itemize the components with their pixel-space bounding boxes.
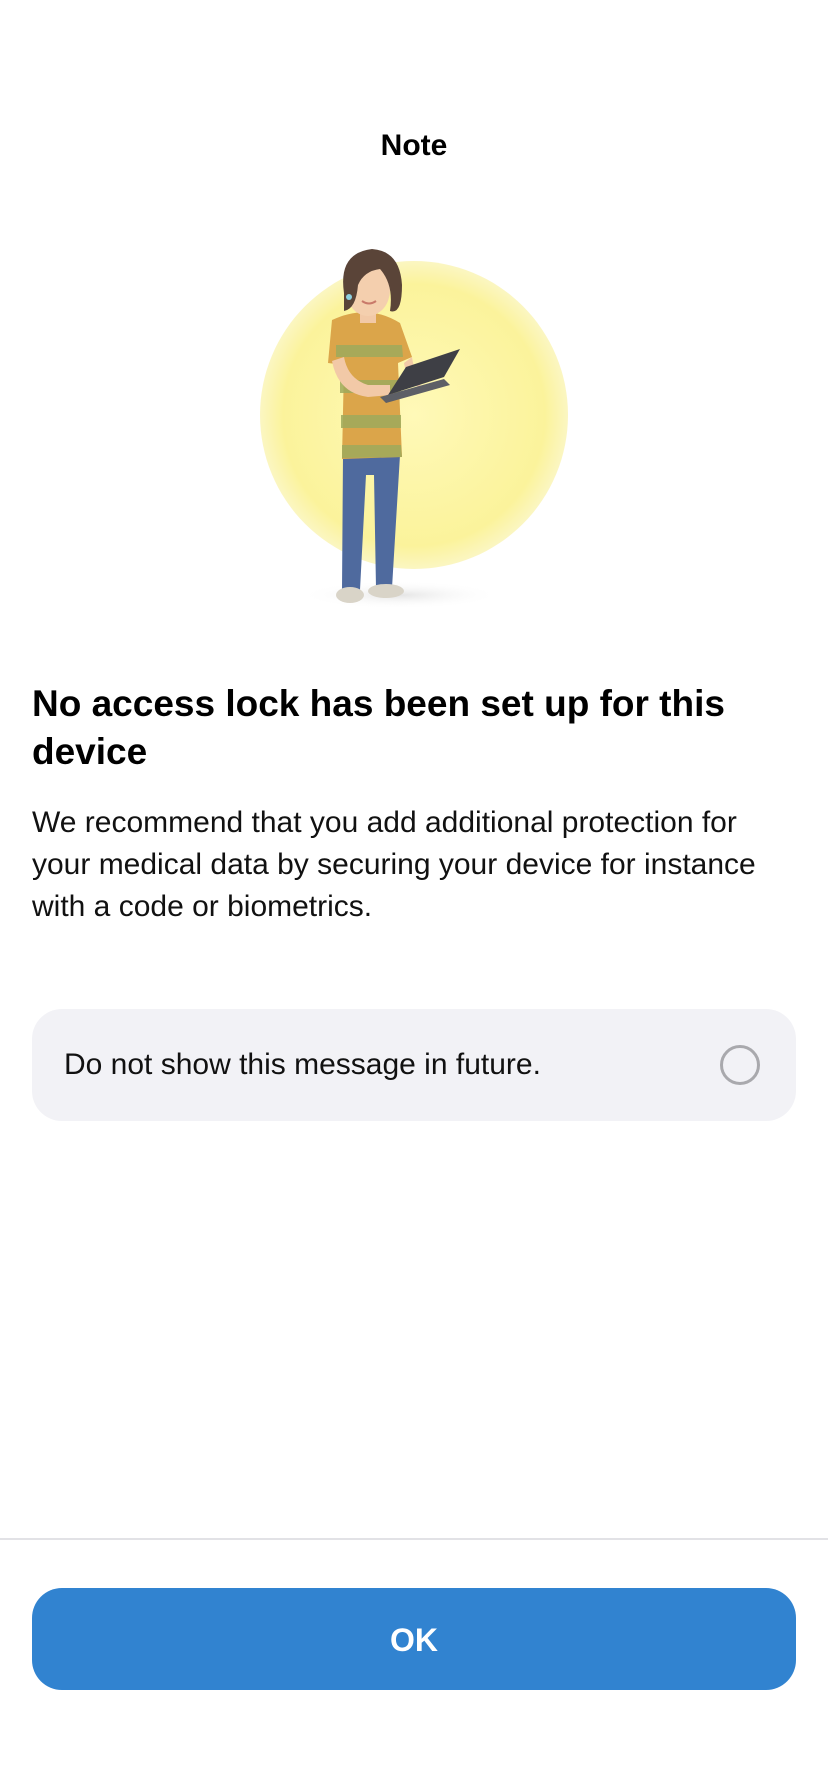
headline: No access lock has been set up for this … — [32, 683, 725, 772]
footer-divider — [0, 1538, 828, 1540]
woman-with-laptop-illustration — [240, 245, 580, 625]
note-screen: Note No access lock has been set up for … — [0, 0, 828, 1792]
ok-button[interactable]: OK — [32, 1588, 796, 1690]
do-not-show-again-label: Do not show this message in future. — [64, 1048, 541, 1081]
radio-unchecked-icon[interactable] — [720, 1045, 760, 1085]
page-title: Note — [380, 129, 448, 162]
do-not-show-again-option[interactable]: Do not show this message in future. — [32, 1009, 796, 1121]
body-text: We recommend that you add additional pro… — [32, 806, 756, 923]
